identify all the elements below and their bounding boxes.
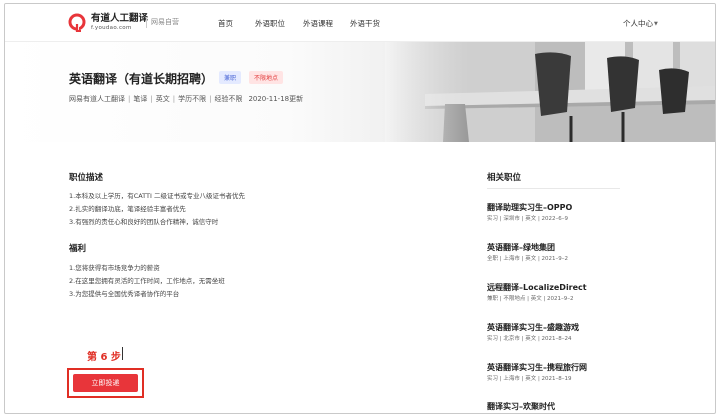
benefit-line: 2.在这里您拥有灵活的工作时间，工作地点，无需坐班 [69, 277, 225, 285]
meta-divider: | [150, 95, 153, 103]
related-job-title: 英语翻译实习生–携程旅行网 [487, 363, 587, 372]
sidebar-divider [487, 188, 620, 189]
related-job-item[interactable]: 远程翻译–LocalizeDirect 兼职 | 不限地点 | 英文 | 202… [487, 282, 647, 303]
meta-divider: | [128, 95, 131, 103]
browser-frame: 有道人工翻译 f.youdao.com 网易自营 首页 外语职位 外语课程 外语… [4, 3, 716, 414]
top-navigation-bar: 有道人工翻译 f.youdao.com 网易自营 首页 外语职位 外语课程 外语… [5, 4, 715, 42]
office-photo [385, 42, 715, 142]
meta-education: 学历不限 [178, 95, 207, 103]
brand-url: f.youdao.com [91, 25, 132, 31]
benefit-line: 3.为您提供与全国优秀译者协作的平台 [69, 290, 180, 298]
text-cursor [122, 347, 123, 360]
meta-company: 网易有道人工翻译 [69, 95, 125, 103]
related-job-meta: 兼职 | 不限地点 | 英文 | 2021–9–2 [487, 296, 574, 302]
description-line: 2.扎实的翻译功底，笔译经验丰富者优先 [69, 205, 186, 213]
job-title: 英语翻译（有道长期招聘） [69, 72, 214, 86]
related-job-item[interactable]: 翻译助理实习生–OPPO 实习 | 深圳市 | 英文 | 2022–6–9 [487, 202, 647, 223]
brand[interactable]: 有道人工翻译 f.youdao.com [91, 13, 148, 32]
related-jobs-title: 相关职位 [487, 173, 522, 183]
apply-now-button[interactable]: 立即投递 [73, 374, 138, 392]
description-title: 职位描述 [69, 173, 104, 183]
meta-divider: | [172, 95, 176, 103]
related-job-item[interactable]: 英语翻译–绿地集团 全职 | 上海市 | 英文 | 2021–9–2 [487, 242, 647, 263]
related-job-item[interactable]: 英语翻译实习生–盛趣游戏 实习 | 北京市 | 英文 | 2021–8–24 [487, 322, 647, 343]
related-job-meta: 实习 | 北京市 | 英文 | 2021–8–24 [487, 336, 572, 342]
nav-jobs[interactable]: 外语职位 [255, 18, 285, 29]
youdao-logo-icon[interactable] [67, 12, 87, 32]
user-center-label: 个人中心 [623, 19, 653, 28]
related-job-meta: 实习 | 深圳市 | 英文 | 2022–6–9 [487, 216, 569, 222]
badge-any-location: 不限地点 [249, 71, 284, 84]
description-line: 3.有强烈的责任心和良好的团队合作精神，诚信守时 [69, 218, 219, 226]
brand-divider [146, 17, 147, 28]
related-job-meta: 全职 | 上海市 | 英文 | 2021–9–2 [487, 256, 569, 262]
related-job-meta: 实习 | 上海市 | 英文 | 2021–8–19 [487, 376, 572, 382]
job-banner: 英语翻译（有道长期招聘） 兼职 不限地点 网易有道人工翻译 | 笔译 | 英文 | 学历不限… [5, 42, 715, 142]
related-job-title: 翻译助理实习生–OPPO [487, 203, 573, 212]
nav-articles[interactable]: 外语干货 [350, 18, 380, 29]
step-annotation: 第 6 步 [87, 352, 121, 363]
related-job-item[interactable]: 英语翻译实习生–携程旅行网 实习 | 上海市 | 英文 | 2021–8–19 [487, 362, 647, 383]
related-job-title: 英语翻译–绿地集团 [487, 243, 555, 252]
description-line: 1.本科及以上学历，有CATTI 二级证书或专业八级证书者优先 [69, 192, 245, 200]
meta-experience: 经验不限 [214, 95, 243, 103]
chevron-down-icon: ▼ [654, 21, 658, 27]
meta-updated: 2020-11-18更新 [248, 95, 304, 103]
user-center-menu[interactable]: 个人中心▼ [623, 18, 658, 29]
badge-part-time: 兼职 [219, 71, 242, 84]
related-job-title: 英语翻译实习生–盛趣游戏 [487, 323, 579, 332]
meta-type: 笔译 [133, 95, 148, 103]
meta-language: 英文 [155, 95, 170, 103]
nav-home[interactable]: 首页 [218, 18, 233, 29]
related-job-title: 远程翻译–LocalizeDirect [487, 283, 587, 292]
nav-courses[interactable]: 外语课程 [303, 18, 333, 29]
related-job-item[interactable]: 翻译实习–欢聚时代 [487, 401, 647, 412]
brand-tag: 网易自营 [151, 18, 179, 26]
benefits-title: 福利 [69, 244, 87, 254]
benefit-line: 1.您将获得有市场竞争力的薪资 [69, 264, 160, 272]
brand-name: 有道人工翻译 [91, 13, 149, 24]
related-job-title: 翻译实习–欢聚时代 [487, 402, 555, 411]
job-meta: 网易有道人工翻译 | 笔译 | 英文 | 学历不限 | 经验不限 2020-11-18更新 [69, 94, 303, 104]
meta-divider: | [209, 95, 212, 103]
